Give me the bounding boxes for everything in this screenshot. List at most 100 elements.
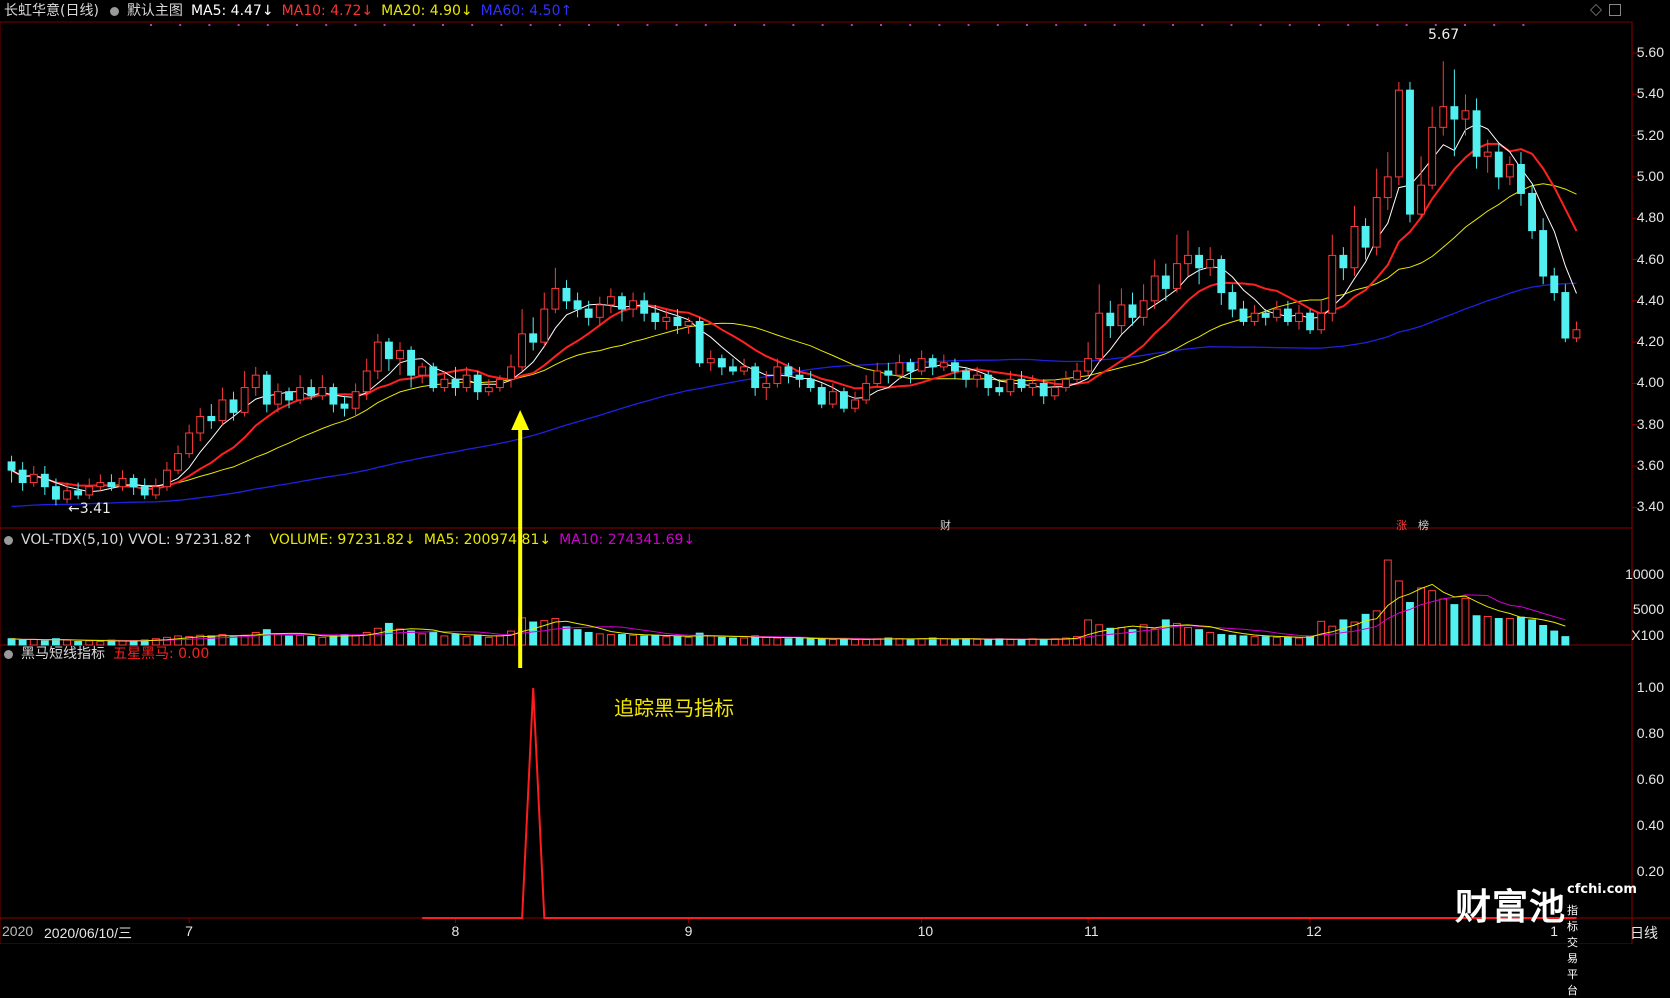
volume-bar	[618, 634, 626, 646]
candle-body	[1317, 312, 1326, 331]
candle-body	[962, 370, 970, 380]
indicator-tick-label: 0.20	[1636, 863, 1664, 879]
candle-body	[640, 300, 649, 314]
finance-marker[interactable]: 财	[940, 517, 951, 533]
candle-body	[1383, 176, 1392, 199]
chart-canvas[interactable]	[0, 0, 1670, 944]
volume-bar	[74, 641, 83, 646]
volume-bar	[717, 636, 726, 646]
volume-bar	[1328, 625, 1337, 646]
volume-bar	[1206, 631, 1215, 646]
volume-bar	[318, 636, 327, 646]
candle-body	[362, 370, 371, 393]
rise-marker[interactable]: 涨	[1396, 517, 1407, 533]
top-dot	[179, 24, 182, 26]
volume-bar	[595, 633, 604, 646]
candle-body	[618, 296, 626, 310]
month-label: 10	[917, 923, 934, 939]
candle-body	[851, 399, 859, 409]
volume-bar	[207, 635, 216, 646]
volume-bar	[1239, 635, 1248, 646]
volume-bar	[329, 635, 338, 646]
candle-body	[129, 477, 138, 488]
volume-bar	[229, 636, 238, 646]
candle-body	[1150, 275, 1159, 302]
indicator-tick-label: 0.60	[1636, 771, 1664, 787]
volume-bar	[484, 636, 493, 646]
volume-bar	[1295, 637, 1303, 646]
candle-body	[518, 333, 527, 368]
top-dot	[880, 24, 882, 26]
top-dot	[1230, 24, 1233, 26]
candle-body	[684, 320, 693, 327]
top-dot	[471, 24, 474, 26]
top-dot	[1288, 24, 1291, 26]
candle-body	[7, 461, 16, 471]
candle-body	[751, 366, 760, 389]
volume-bar	[806, 638, 815, 646]
volume-bar	[729, 637, 737, 646]
volume-bar	[562, 626, 571, 646]
candle-body	[473, 374, 482, 393]
volume-bar	[29, 638, 38, 646]
top-dot	[1318, 24, 1320, 26]
top-dot	[1142, 24, 1145, 26]
volume-bar	[1550, 630, 1559, 646]
candle-body	[762, 382, 771, 389]
volume-bar	[262, 629, 271, 646]
volume-bar	[1461, 597, 1470, 646]
candle-body	[1084, 358, 1093, 372]
candle-body	[318, 387, 327, 397]
volume-bar	[762, 636, 771, 646]
top-dot	[1055, 24, 1058, 26]
candle-body	[884, 370, 893, 376]
candle-body	[118, 477, 127, 488]
candle-body	[85, 486, 94, 496]
volume-bar	[451, 634, 460, 646]
low-price-label: ←3.41	[68, 501, 111, 517]
candle-body	[1095, 312, 1104, 360]
candle-body	[462, 374, 471, 389]
candle-body	[895, 362, 904, 376]
volume-bar	[473, 634, 482, 646]
top-dot	[208, 24, 211, 26]
list-marker[interactable]: 榜	[1418, 517, 1429, 533]
volume-bar	[629, 634, 638, 646]
candle-body	[1061, 378, 1070, 389]
volume-bar	[1528, 619, 1536, 646]
volume-bar	[962, 638, 970, 646]
volume-bar	[85, 640, 94, 646]
candle-body	[1505, 164, 1514, 178]
volume-bar	[1006, 638, 1015, 646]
candle-body	[584, 308, 593, 318]
indicator-tick-label: 0.40	[1636, 817, 1664, 833]
candle-body	[40, 473, 49, 488]
candle-body	[906, 362, 915, 372]
top-dot	[1084, 24, 1087, 26]
ma10-line	[11, 142, 1578, 490]
volume-bar	[273, 633, 282, 646]
top-dot	[1464, 24, 1466, 26]
volume-bar	[1505, 618, 1514, 646]
logo-tagline: 指标交易平台	[1567, 904, 1578, 997]
candle-body	[729, 366, 737, 372]
price-tick-label: 4.00	[1636, 374, 1664, 391]
top-dot	[150, 24, 152, 26]
price-tick-label: 4.20	[1636, 333, 1664, 350]
candle-body	[973, 374, 982, 380]
volume-bar	[1106, 627, 1115, 646]
candle-body	[595, 304, 604, 318]
candle-body	[1172, 263, 1181, 289]
volume-bar	[784, 638, 793, 646]
logo-brand: 财富池	[1455, 887, 1567, 928]
candle-body	[240, 387, 249, 413]
top-dot	[1405, 24, 1408, 26]
top-dot	[296, 24, 298, 26]
candle-body	[196, 415, 205, 434]
indicator-tick-label: 0.80	[1636, 725, 1664, 741]
volume-bar	[7, 638, 16, 646]
candle-body	[562, 287, 571, 302]
candle-body	[396, 349, 404, 360]
period-label[interactable]: 日线	[1630, 923, 1658, 943]
candle-body	[1039, 382, 1048, 397]
